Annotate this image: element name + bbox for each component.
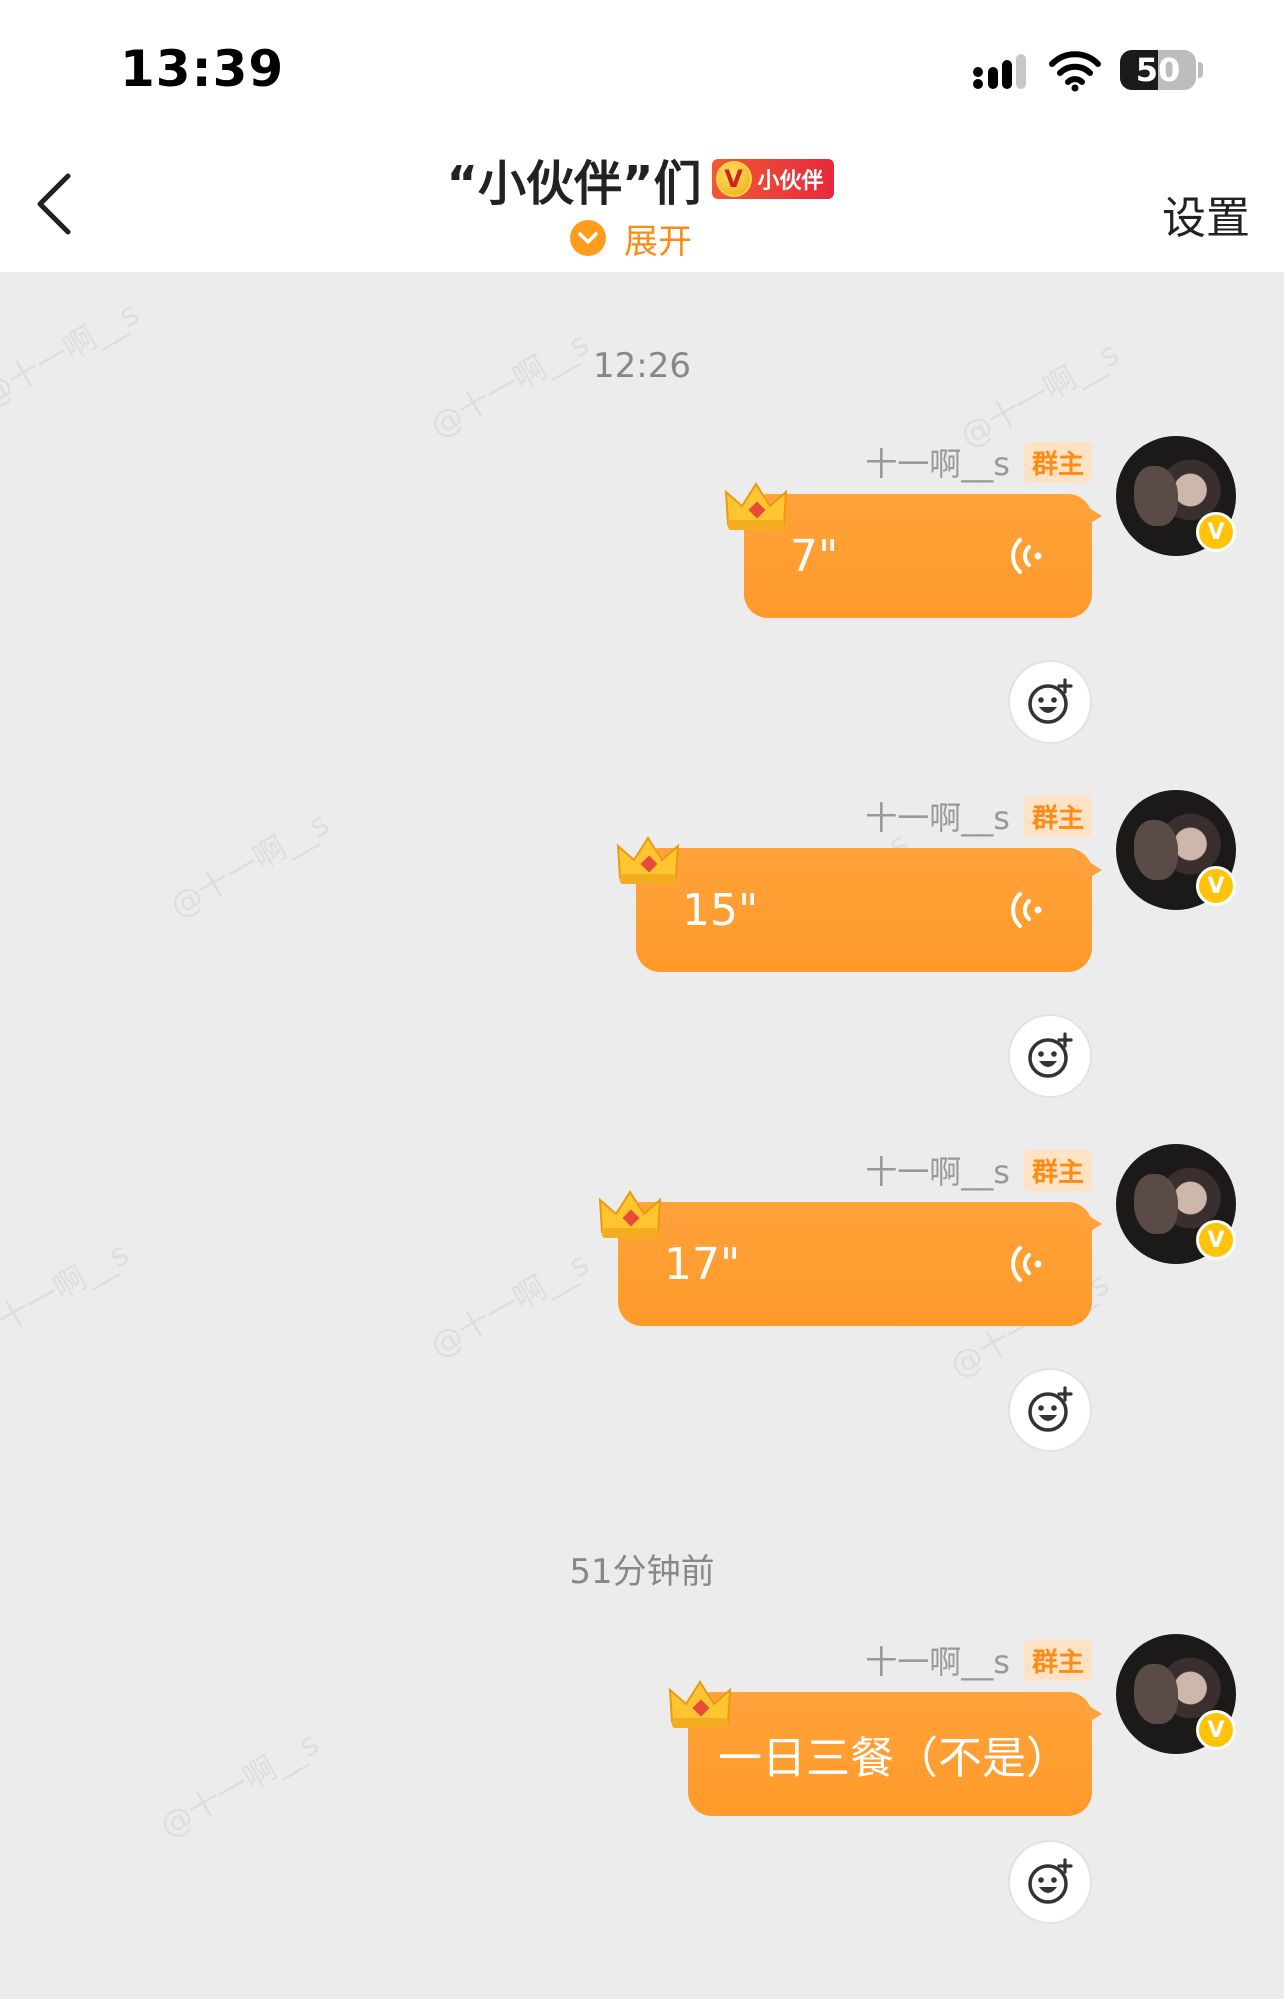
- add-reaction-icon: [1028, 1858, 1073, 1904]
- top-bar: 13:39 50 “小伙伴”们 V 小伙伴 展开 设置: [0, 0, 1284, 272]
- voice-duration: 15": [682, 884, 759, 936]
- voice-wave-icon: [1011, 538, 1042, 574]
- verified-icon: V: [1196, 512, 1236, 552]
- battery-percent: 50: [1135, 51, 1181, 89]
- add-reaction-icon: [1028, 1386, 1073, 1432]
- voice-duration: 17": [664, 1238, 741, 1290]
- watermark: @十一啊__s: [163, 804, 336, 926]
- sender-row: 十一啊__s 群主: [865, 441, 1092, 483]
- verified-icon: V: [1196, 1220, 1236, 1260]
- group-badge: V 小伙伴: [711, 159, 834, 199]
- avatar[interactable]: V: [1116, 1634, 1236, 1754]
- verified-icon: V: [1196, 866, 1236, 906]
- sender-name: 十一啊__s: [865, 1643, 1010, 1681]
- crown-icon: [668, 1680, 732, 1728]
- watermark: @十一啊__s: [423, 1244, 596, 1366]
- sender-row: 十一啊__s 群主: [865, 1149, 1092, 1191]
- badge-label: 小伙伴: [757, 169, 824, 194]
- time-separator: 51分钟前: [569, 1552, 715, 1592]
- chat-screen: @十一啊__s @十一啊__s @十一啊__s @十一啊__s @十一啊__s …: [0, 0, 1284, 1999]
- sender-name: 十一啊__s: [865, 1153, 1010, 1191]
- chat-title-group[interactable]: “小伙伴”们 V 小伙伴: [420, 146, 860, 212]
- add-reaction-icon: [1028, 1032, 1073, 1078]
- voice-wave-icon: [1011, 892, 1042, 928]
- voice-message-bubble[interactable]: 17": [618, 1202, 1102, 1326]
- add-reaction-button[interactable]: [1008, 660, 1092, 744]
- time-separator: 12:26: [593, 346, 691, 386]
- expand-label: 展开: [624, 221, 692, 262]
- wifi-icon: [1049, 51, 1101, 92]
- watermark: @十一啊__s: [0, 1234, 136, 1356]
- crown-icon: [598, 1190, 662, 1238]
- owner-tag: 群主: [1023, 1149, 1092, 1191]
- status-time: 13:39: [120, 40, 285, 98]
- expand-chevron-icon: [570, 220, 606, 256]
- sender-name: 十一啊__s: [865, 799, 1010, 837]
- signal-icon: [973, 54, 1026, 89]
- owner-tag: 群主: [1023, 1639, 1092, 1681]
- voice-message-bubble[interactable]: 7": [744, 494, 1102, 618]
- owner-tag: 群主: [1023, 795, 1092, 837]
- crown-icon: [724, 482, 788, 530]
- text-message-bubble[interactable]: 一日三餐（不是）: [688, 1692, 1102, 1816]
- sender-name: 十一啊__s: [865, 445, 1010, 483]
- owner-tag: 群主: [1023, 441, 1092, 483]
- expand-button[interactable]: 展开: [570, 216, 692, 262]
- avatar[interactable]: V: [1116, 790, 1236, 910]
- voice-wave-icon: [1011, 1246, 1042, 1282]
- watermark: @十一啊__s: [153, 1724, 326, 1846]
- add-reaction-button[interactable]: [1008, 1014, 1092, 1098]
- verified-icon: V: [1196, 1710, 1236, 1750]
- battery-cap: [1198, 62, 1203, 78]
- add-reaction-icon: [1028, 678, 1073, 724]
- sender-row: 十一啊__s 群主: [865, 795, 1092, 837]
- settings-button[interactable]: 设置: [1162, 182, 1250, 246]
- avatar[interactable]: V: [1116, 1144, 1236, 1264]
- message-text: 一日三餐（不是）: [718, 1733, 1070, 1784]
- verified-icon: V: [715, 161, 752, 197]
- page-title: “小伙伴”们: [446, 156, 702, 212]
- voice-duration: 7": [790, 530, 839, 582]
- battery-icon: 50: [1120, 50, 1196, 90]
- crown-icon: [616, 836, 680, 884]
- sender-row: 十一啊__s 群主: [865, 1639, 1092, 1681]
- add-reaction-button[interactable]: [1008, 1840, 1092, 1924]
- avatar[interactable]: V: [1116, 436, 1236, 556]
- voice-message-bubble[interactable]: 15": [636, 848, 1102, 972]
- back-button[interactable]: [24, 168, 84, 240]
- add-reaction-button[interactable]: [1008, 1368, 1092, 1452]
